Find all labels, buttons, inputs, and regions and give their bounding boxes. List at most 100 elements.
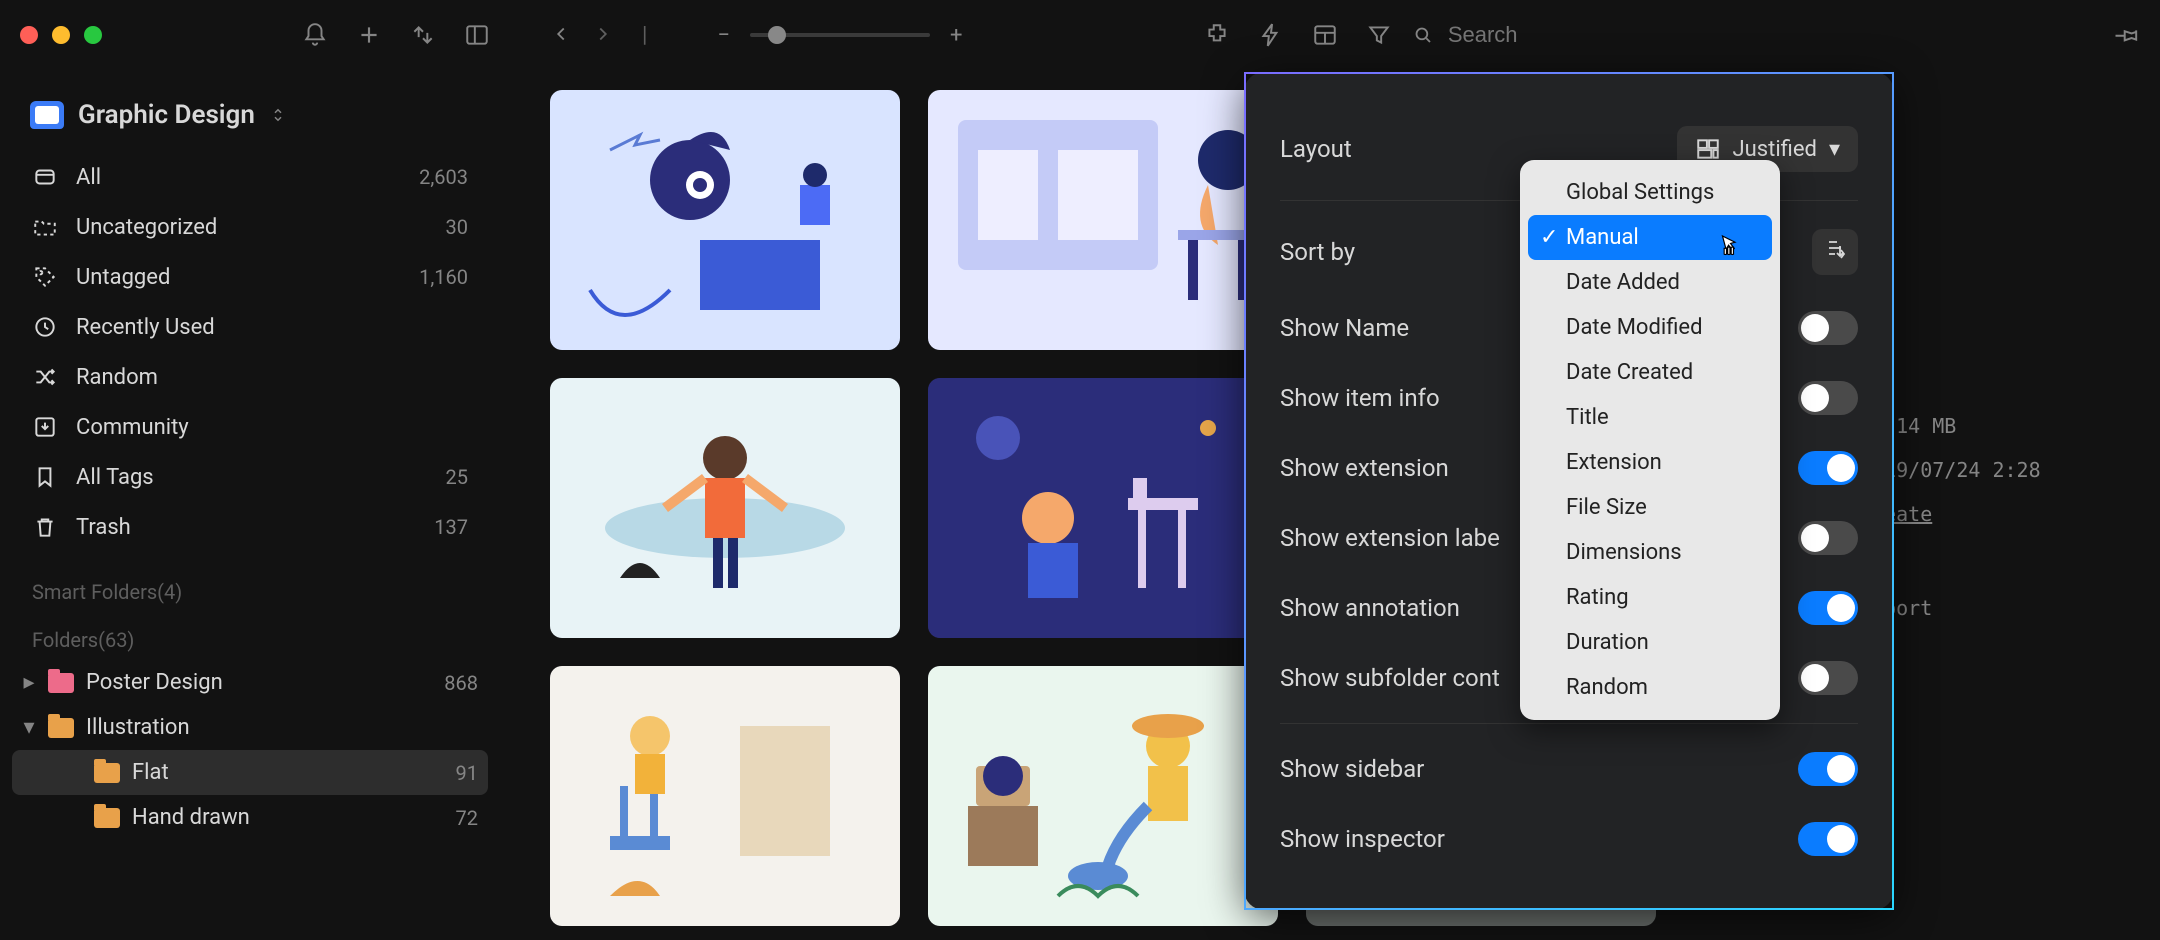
search-icon bbox=[1412, 22, 1434, 48]
sort-option-dimensions[interactable]: Dimensions bbox=[1528, 530, 1772, 575]
disclosure-open-icon[interactable]: ▾ bbox=[22, 715, 36, 740]
zoom-in-icon[interactable]: + bbox=[950, 23, 962, 48]
row-label: Show Name bbox=[1280, 314, 1409, 342]
library-switcher[interactable]: Graphic Design bbox=[12, 90, 488, 152]
show-annotation-toggle[interactable] bbox=[1798, 591, 1858, 625]
sidebar-item-untagged[interactable]: Untagged 1,160 bbox=[12, 252, 488, 302]
sidebar-item-all-tags[interactable]: All Tags 25 bbox=[12, 452, 488, 502]
zoom-slider[interactable]: − + bbox=[717, 23, 962, 48]
bolt-icon[interactable] bbox=[1258, 22, 1284, 48]
show-extension-toggle[interactable] bbox=[1798, 451, 1858, 485]
sort-option-title[interactable]: Title bbox=[1528, 395, 1772, 440]
search-input[interactable] bbox=[1446, 21, 1614, 49]
folder-label: Poster Design bbox=[86, 670, 223, 695]
filter-icon[interactable] bbox=[1366, 22, 1392, 48]
folder-icon bbox=[94, 808, 120, 828]
sidebar-item-label: Recently Used bbox=[76, 315, 215, 340]
sort-option-global-settings[interactable]: Global Settings bbox=[1528, 170, 1772, 215]
bell-icon[interactable] bbox=[302, 22, 328, 48]
sort-option-random[interactable]: Random bbox=[1528, 665, 1772, 710]
history-nav: | bbox=[550, 23, 647, 48]
thumbnail[interactable] bbox=[928, 666, 1278, 926]
path-divider: | bbox=[642, 23, 647, 48]
thumbnail[interactable] bbox=[550, 378, 900, 638]
row-label: Show inspector bbox=[1280, 825, 1445, 853]
sort-direction-button[interactable] bbox=[1812, 229, 1858, 275]
thumbnail[interactable] bbox=[550, 90, 900, 350]
sort-option-manual[interactable]: Manual bbox=[1528, 215, 1772, 260]
folder-hand-drawn[interactable]: Hand drawn 72 bbox=[12, 795, 488, 840]
thumbnail[interactable] bbox=[928, 378, 1278, 638]
sidebar-item-recent[interactable]: Recently Used bbox=[12, 302, 488, 352]
inspector-date: 2019/07/24 2:28 bbox=[1860, 458, 2120, 482]
show-item-info-toggle[interactable] bbox=[1798, 381, 1858, 415]
sidebar-item-label: All Tags bbox=[76, 465, 154, 490]
folder-count: 91 bbox=[456, 761, 478, 785]
plus-icon[interactable] bbox=[356, 22, 382, 48]
clock-icon bbox=[32, 314, 58, 340]
pin-icon[interactable] bbox=[2114, 22, 2140, 48]
layout-icon[interactable] bbox=[1312, 22, 1338, 48]
folder-flat[interactable]: Flat 91 bbox=[12, 750, 488, 795]
sort-option-duration[interactable]: Duration bbox=[1528, 620, 1772, 665]
sort-option-rating[interactable]: Rating bbox=[1528, 575, 1772, 620]
sidebar-item-label: Untagged bbox=[76, 265, 170, 290]
show-extension-label-toggle[interactable] bbox=[1798, 521, 1858, 555]
sidebar-item-trash[interactable]: Trash 137 bbox=[12, 502, 488, 552]
folder-label: Flat bbox=[132, 760, 169, 785]
zoom-out-icon[interactable]: − bbox=[717, 23, 730, 48]
show-subfolder-toggle[interactable] bbox=[1798, 661, 1858, 695]
sort-menu: Global Settings Manual Date Added Date M… bbox=[1520, 160, 1780, 720]
zoom-window-button[interactable] bbox=[84, 26, 102, 44]
sort-option-date-added[interactable]: Date Added bbox=[1528, 260, 1772, 305]
sidebar-item-all[interactable]: All 2,603 bbox=[12, 152, 488, 202]
sidebar-item-count: 1,160 bbox=[419, 265, 468, 289]
sidebar-item-count: 137 bbox=[434, 515, 468, 539]
inspector-size: 69.14 MB bbox=[1860, 414, 2120, 438]
back-button[interactable] bbox=[550, 23, 572, 48]
inspector-export[interactable]: Export bbox=[1860, 596, 2120, 620]
sidebar-item-label: Uncategorized bbox=[76, 215, 217, 240]
sidebar-item-random[interactable]: Random bbox=[12, 352, 488, 402]
sidebar-toggle-icon[interactable] bbox=[464, 22, 490, 48]
show-sidebar-toggle[interactable] bbox=[1798, 752, 1858, 786]
extension-icon[interactable] bbox=[1204, 22, 1230, 48]
show-inspector-toggle[interactable] bbox=[1798, 822, 1858, 856]
close-window-button[interactable] bbox=[20, 26, 38, 44]
sort-option-extension[interactable]: Extension bbox=[1528, 440, 1772, 485]
sidebar-item-uncategorized[interactable]: Uncategorized 30 bbox=[12, 202, 488, 252]
folder-illustration[interactable]: ▾ Illustration bbox=[12, 705, 488, 750]
thumbnail[interactable] bbox=[550, 666, 900, 926]
show-sidebar-row: Show sidebar bbox=[1280, 734, 1858, 804]
sort-option-file-size[interactable]: File Size bbox=[1528, 485, 1772, 530]
chevron-updown-icon bbox=[269, 102, 287, 128]
view-toolbar bbox=[1204, 22, 1392, 48]
row-label: Show extension labe bbox=[1280, 524, 1500, 552]
forward-button[interactable] bbox=[592, 23, 614, 48]
sidebar-item-label: Trash bbox=[76, 515, 131, 540]
show-name-toggle[interactable] bbox=[1798, 311, 1858, 345]
zoom-thumb[interactable] bbox=[768, 26, 786, 44]
disclosure-closed-icon[interactable]: ▸ bbox=[22, 670, 36, 695]
inspector-count: 91 bbox=[1860, 370, 2120, 394]
search-box[interactable] bbox=[1412, 21, 1614, 49]
trash-icon bbox=[32, 514, 58, 540]
sync-icon[interactable] bbox=[410, 22, 436, 48]
sort-option-date-modified[interactable]: Date Modified bbox=[1528, 305, 1772, 350]
minimize-window-button[interactable] bbox=[52, 26, 70, 44]
folder-dashed-icon bbox=[32, 214, 58, 240]
show-inspector-row: Show inspector bbox=[1280, 804, 1858, 874]
all-icon bbox=[32, 164, 58, 190]
download-icon bbox=[32, 414, 58, 440]
inspector-create-link[interactable]: Create bbox=[1860, 502, 2120, 526]
sidebar-toolbar bbox=[302, 22, 490, 48]
folder-label: Hand drawn bbox=[132, 805, 250, 830]
zoom-track[interactable] bbox=[750, 33, 930, 37]
sidebar-item-community[interactable]: Community bbox=[12, 402, 488, 452]
folder-icon bbox=[48, 673, 74, 693]
folder-label: Illustration bbox=[86, 715, 190, 740]
sidebar-item-count: 2,603 bbox=[419, 165, 468, 189]
folder-poster-design[interactable]: ▸ Poster Design 868 bbox=[12, 660, 488, 705]
thumbnail[interactable] bbox=[928, 90, 1278, 350]
sort-option-date-created[interactable]: Date Created bbox=[1528, 350, 1772, 395]
